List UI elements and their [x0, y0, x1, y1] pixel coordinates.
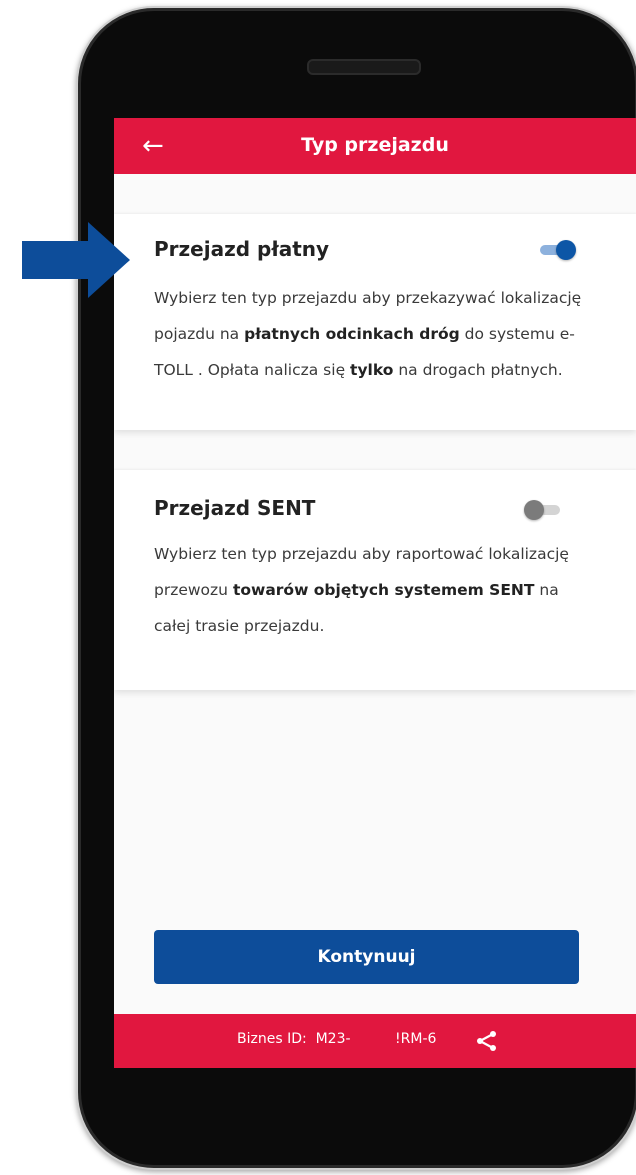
page-title: Typ przejazdu — [301, 134, 449, 156]
option-description: Wybierz ten typ przejazdu aby raportować… — [154, 536, 594, 644]
option-title: Przejazd płatny — [154, 237, 330, 261]
toggle-switch-sent[interactable] — [524, 500, 564, 520]
phone-speaker — [307, 59, 421, 75]
toggle-knob — [556, 240, 576, 260]
desc-bold: płatnych odcinkach dróg — [244, 325, 460, 343]
continue-button[interactable]: Kontynuuj — [154, 930, 579, 984]
footer-bar: Biznes ID: M23- !RM-6 — [114, 1014, 636, 1068]
option-card-paid[interactable]: Przejazd płatny Wybierz ten typ przejazd… — [114, 214, 636, 430]
toggle-switch-paid[interactable] — [536, 240, 576, 260]
app-screen: ← Typ przejazdu Przejazd płatny Wybierz … — [114, 118, 636, 1068]
option-card-sent[interactable]: Przejazd SENT Wybierz ten typ przejazdu … — [114, 470, 636, 690]
desc-bold: tylko — [350, 361, 394, 379]
toggle-knob — [524, 500, 544, 520]
desc-text: na drogach płatnych. — [393, 361, 563, 379]
share-icon[interactable] — [476, 1030, 498, 1056]
option-title: Przejazd SENT — [154, 496, 316, 520]
desc-bold: towarów objętych systemem SENT — [232, 581, 535, 599]
business-id-text: Biznes ID: M23- !RM-6 — [237, 1031, 437, 1047]
option-description: Wybierz ten typ przejazdu aby przekazywa… — [154, 280, 594, 388]
app-bar: ← Typ przejazdu — [114, 118, 636, 174]
right-arrow-icon — [22, 222, 132, 302]
